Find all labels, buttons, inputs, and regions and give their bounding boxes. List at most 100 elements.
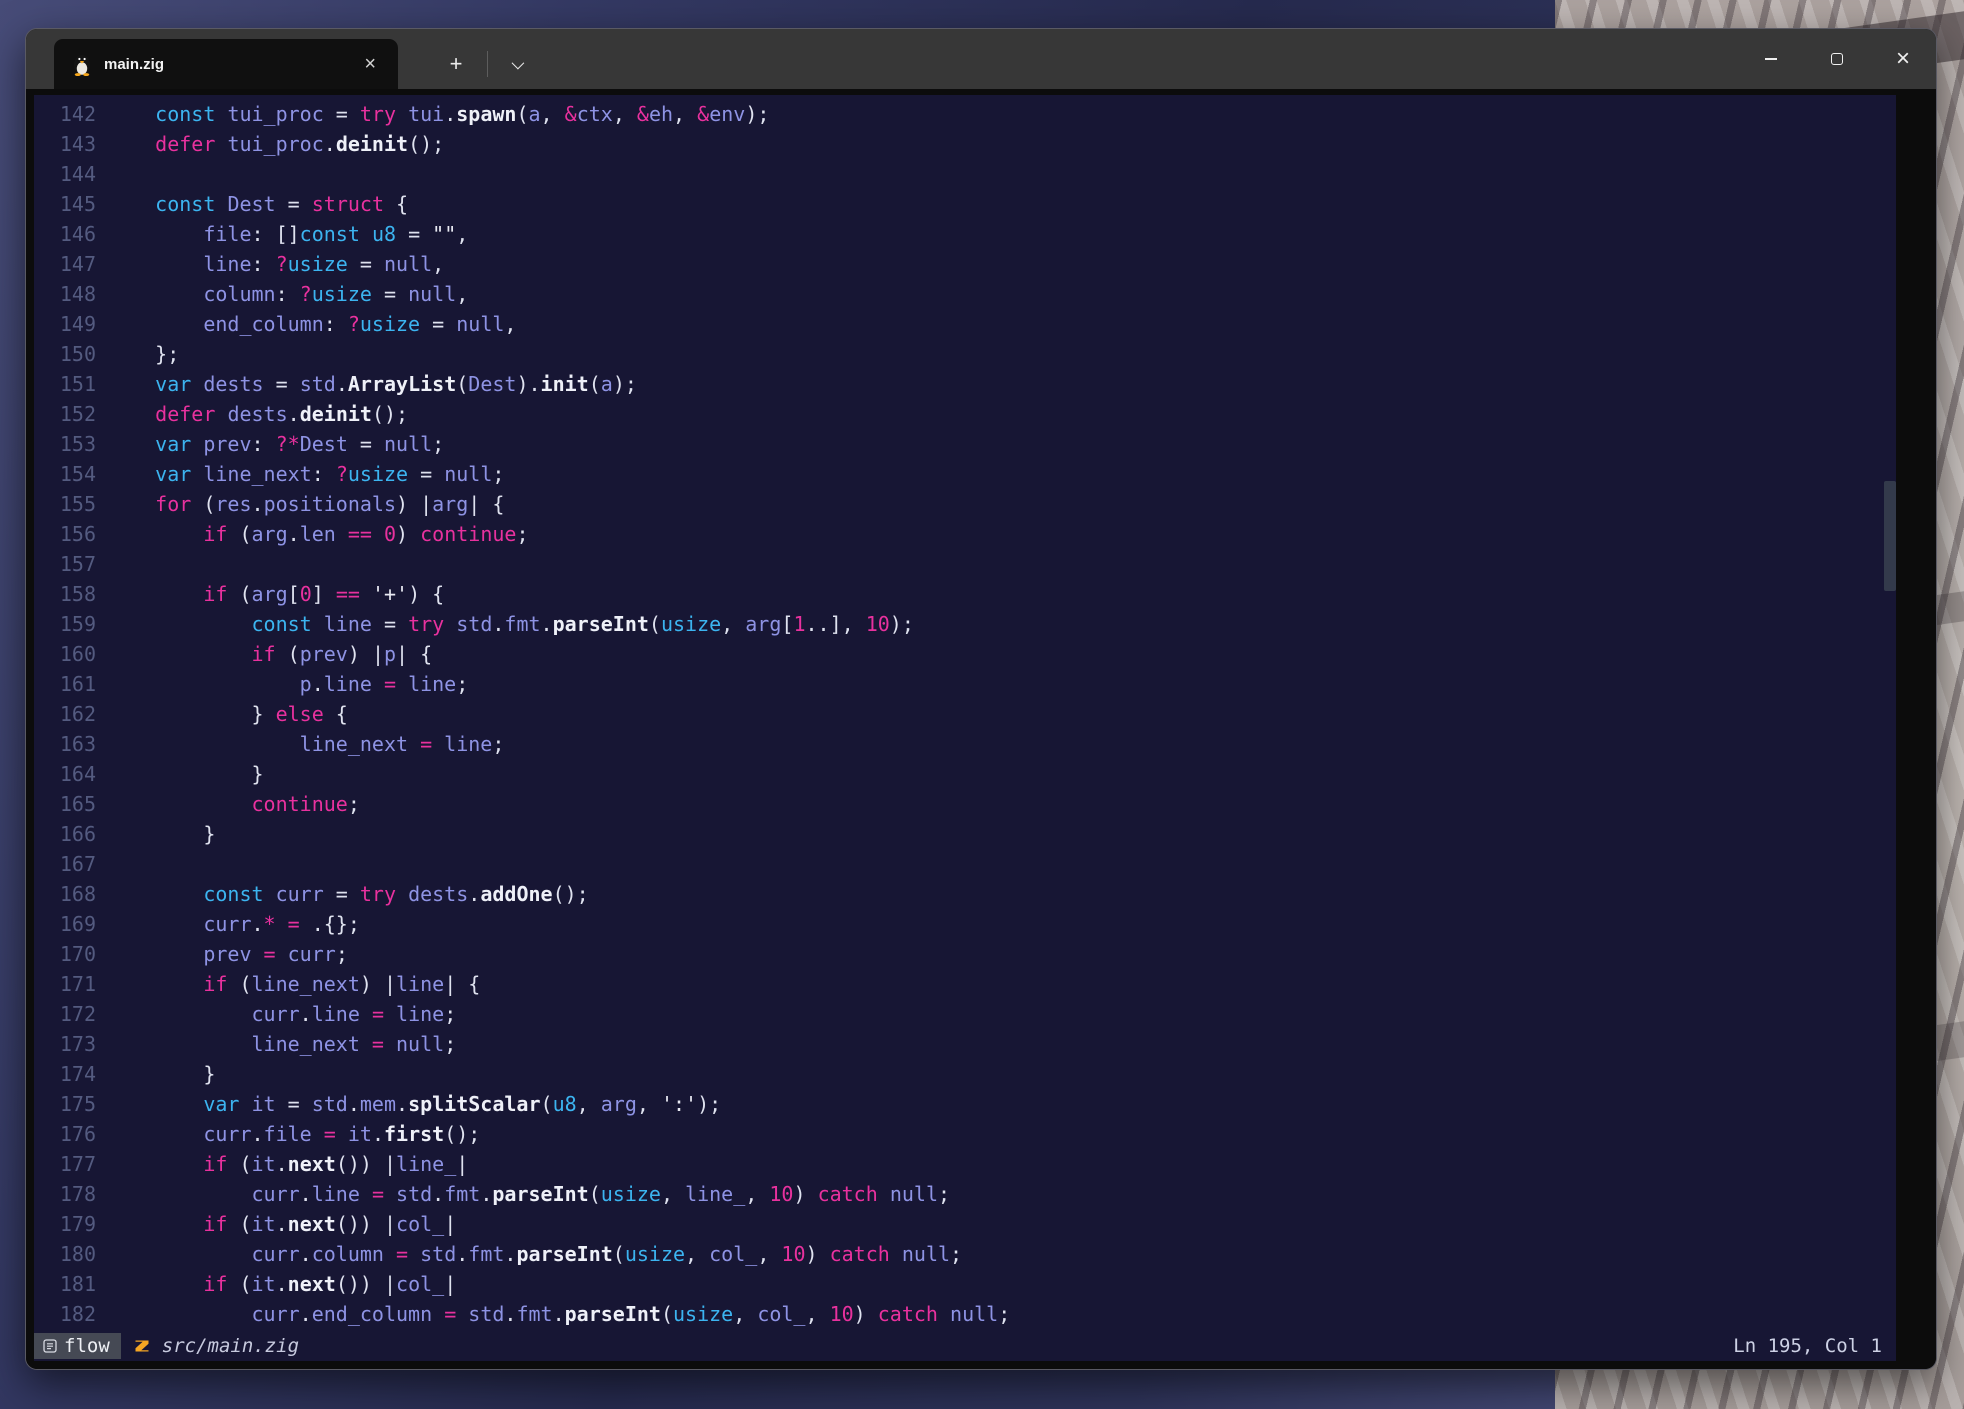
code-text: var dests = std.ArrayList(Dest).init(a);	[107, 369, 1896, 399]
code-text: const tui_proc = try tui.spawn(a, &ctx, …	[107, 99, 1896, 129]
code-line[interactable]: 150 };	[34, 339, 1896, 369]
line-number: 174	[34, 1059, 107, 1089]
window-titlebar[interactable]: main.zig × + ×	[26, 29, 1936, 89]
code-line[interactable]: 152 defer dests.deinit();	[34, 399, 1896, 429]
code-line[interactable]: 145 const Dest = struct {	[34, 189, 1896, 219]
line-number: 159	[34, 609, 107, 639]
code-text: column: ?usize = null,	[107, 279, 1896, 309]
code-line[interactable]: 157	[34, 549, 1896, 579]
code-line[interactable]: 168 const curr = try dests.addOne();	[34, 879, 1896, 909]
code-line[interactable]: 161 p.line = line;	[34, 669, 1896, 699]
code-line[interactable]: 182 curr.end_column = std.fmt.parseInt(u…	[34, 1299, 1896, 1329]
code-line[interactable]: 147 line: ?usize = null,	[34, 249, 1896, 279]
code-line[interactable]: 181 if (it.next()) |col_|	[34, 1269, 1896, 1299]
line-number: 165	[34, 789, 107, 819]
line-number: 163	[34, 729, 107, 759]
code-text	[107, 159, 1896, 189]
maximize-button[interactable]	[1804, 29, 1870, 89]
code-line[interactable]: 160 if (prev) |p| {	[34, 639, 1896, 669]
line-number: 169	[34, 909, 107, 939]
code-text: curr.line = line;	[107, 999, 1896, 1029]
tab-dropdown-button[interactable]	[494, 60, 538, 69]
code-line[interactable]: 151 var dests = std.ArrayList(Dest).init…	[34, 369, 1896, 399]
line-number: 177	[34, 1149, 107, 1179]
code-text: const line = try std.fmt.parseInt(usize,…	[107, 609, 1896, 639]
code-text: }	[107, 759, 1896, 789]
line-number: 170	[34, 939, 107, 969]
scrollbar-thumb[interactable]	[1884, 481, 1896, 591]
code-text: if (line_next) |line| {	[107, 969, 1896, 999]
code-line[interactable]: 170 prev = curr;	[34, 939, 1896, 969]
tux-penguin-icon	[72, 52, 92, 76]
code-text: if (it.next()) |col_|	[107, 1209, 1896, 1239]
line-number: 146	[34, 219, 107, 249]
code-line[interactable]: 143 defer tui_proc.deinit();	[34, 129, 1896, 159]
new-tab-button[interactable]: +	[431, 51, 481, 77]
code-line[interactable]: 164 }	[34, 759, 1896, 789]
code-line[interactable]: 158 if (arg[0] == '+') {	[34, 579, 1896, 609]
editor-mode-chip[interactable]: flow	[34, 1333, 121, 1359]
code-line[interactable]: 149 end_column: ?usize = null,	[34, 309, 1896, 339]
cursor-position: Ln 195, Col 1	[1733, 1335, 1896, 1357]
line-number: 156	[34, 519, 107, 549]
terminal-content: 142 const tui_proc = try tui.spawn(a, &c…	[26, 89, 1936, 1369]
code-text: for (res.positionals) |arg| {	[107, 489, 1896, 519]
code-area[interactable]: 142 const tui_proc = try tui.spawn(a, &c…	[34, 95, 1896, 1331]
code-line[interactable]: 180 curr.column = std.fmt.parseInt(usize…	[34, 1239, 1896, 1269]
status-bar: flow src/main.zig Ln 195, Col 1	[34, 1331, 1896, 1361]
code-line[interactable]: 154 var line_next: ?usize = null;	[34, 459, 1896, 489]
tab-close-button[interactable]: ×	[362, 54, 378, 74]
close-button[interactable]: ×	[1870, 29, 1936, 89]
line-number: 180	[34, 1239, 107, 1269]
code-line[interactable]: 162 } else {	[34, 699, 1896, 729]
line-number: 150	[34, 339, 107, 369]
code-line[interactable]: 177 if (it.next()) |line_|	[34, 1149, 1896, 1179]
code-line[interactable]: 144	[34, 159, 1896, 189]
code-line[interactable]: 148 column: ?usize = null,	[34, 279, 1896, 309]
code-line[interactable]: 142 const tui_proc = try tui.spawn(a, &c…	[34, 99, 1896, 129]
code-line[interactable]: 176 curr.file = it.first();	[34, 1119, 1896, 1149]
code-text	[107, 849, 1896, 879]
line-number: 155	[34, 489, 107, 519]
minimize-button[interactable]	[1738, 29, 1804, 89]
code-text: continue;	[107, 789, 1896, 819]
line-number: 154	[34, 459, 107, 489]
line-number: 161	[34, 669, 107, 699]
code-line[interactable]: 172 curr.line = line;	[34, 999, 1896, 1029]
line-number: 171	[34, 969, 107, 999]
code-editor[interactable]: 142 const tui_proc = try tui.spawn(a, &c…	[34, 95, 1896, 1361]
code-line[interactable]: 175 var it = std.mem.splitScalar(u8, arg…	[34, 1089, 1896, 1119]
code-text: defer dests.deinit();	[107, 399, 1896, 429]
code-line[interactable]: 169 curr.* = .{};	[34, 909, 1896, 939]
code-line[interactable]: 155 for (res.positionals) |arg| {	[34, 489, 1896, 519]
line-number: 145	[34, 189, 107, 219]
line-number: 176	[34, 1119, 107, 1149]
code-line[interactable]: 146 file: []const u8 = "",	[34, 219, 1896, 249]
line-number: 148	[34, 279, 107, 309]
line-number: 172	[34, 999, 107, 1029]
document-lines-icon	[43, 1339, 57, 1353]
line-number: 149	[34, 309, 107, 339]
code-line[interactable]: 166 }	[34, 819, 1896, 849]
code-line[interactable]: 178 curr.line = std.fmt.parseInt(usize, …	[34, 1179, 1896, 1209]
tab-main-zig[interactable]: main.zig ×	[54, 39, 398, 89]
code-line[interactable]: 153 var prev: ?*Dest = null;	[34, 429, 1896, 459]
code-line[interactable]: 163 line_next = line;	[34, 729, 1896, 759]
code-text: };	[107, 339, 1896, 369]
line-number: 179	[34, 1209, 107, 1239]
line-number: 157	[34, 549, 107, 579]
terminal-window: main.zig × + × 142 const tui_proc = try …	[25, 28, 1937, 1370]
code-line[interactable]: 165 continue;	[34, 789, 1896, 819]
code-line[interactable]: 174 }	[34, 1059, 1896, 1089]
code-line[interactable]: 159 const line = try std.fmt.parseInt(us…	[34, 609, 1896, 639]
code-line[interactable]: 173 line_next = null;	[34, 1029, 1896, 1059]
line-number: 178	[34, 1179, 107, 1209]
code-line[interactable]: 156 if (arg.len == 0) continue;	[34, 519, 1896, 549]
code-line[interactable]: 171 if (line_next) |line| {	[34, 969, 1896, 999]
editor-mode-label: flow	[64, 1335, 110, 1357]
code-text: curr.end_column = std.fmt.parseInt(usize…	[107, 1299, 1896, 1329]
code-line[interactable]: 167	[34, 849, 1896, 879]
line-number: 182	[34, 1299, 107, 1329]
code-line[interactable]: 179 if (it.next()) |col_|	[34, 1209, 1896, 1239]
code-text: line_next = null;	[107, 1029, 1896, 1059]
